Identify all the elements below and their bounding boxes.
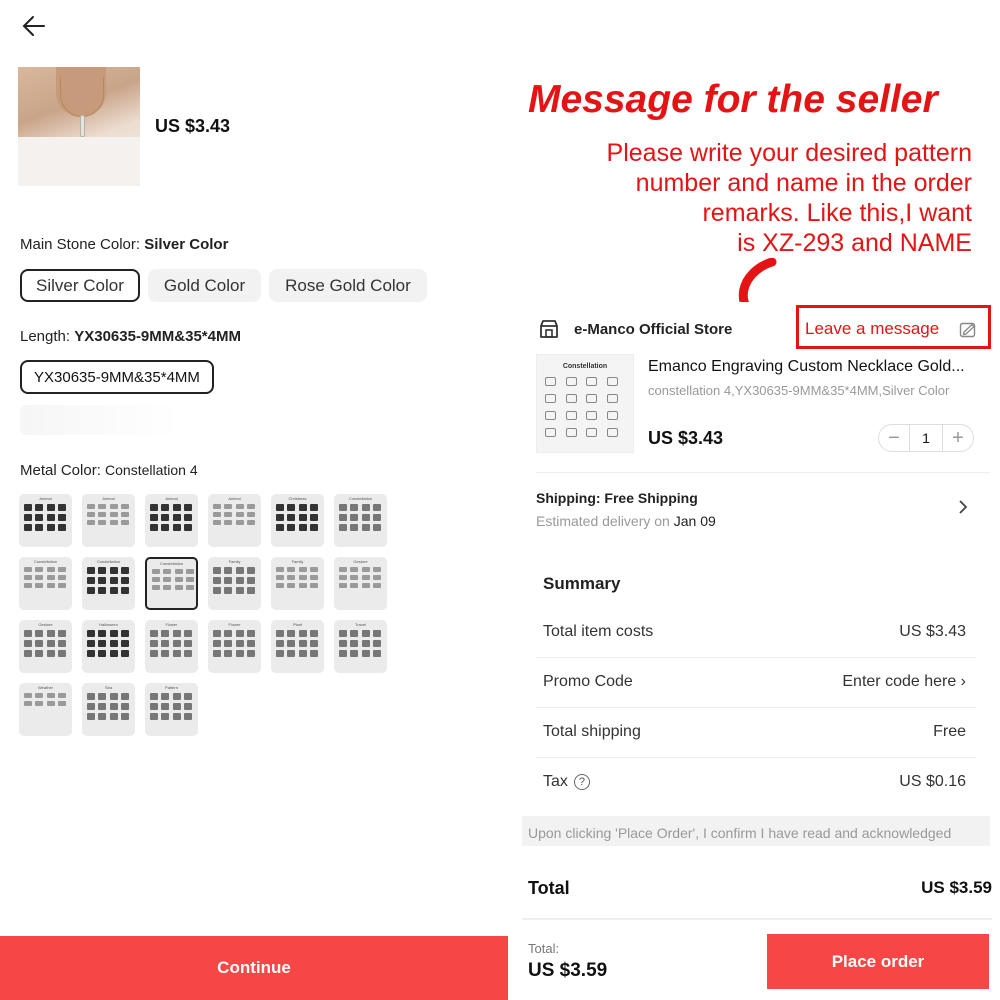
store-name[interactable]: e-Manco Official Store bbox=[574, 321, 732, 338]
pattern-option[interactable]: Sea bbox=[82, 683, 135, 736]
page: US $3.43 Main Stone Color: Silver Color … bbox=[0, 0, 1000, 1000]
pattern-option[interactable]: Family bbox=[271, 557, 324, 610]
total-row: Total US $3.59 bbox=[522, 864, 992, 914]
product-price: US $3.43 bbox=[648, 428, 724, 448]
pattern-option[interactable]: Pattern bbox=[145, 683, 198, 736]
promo-code-input[interactable]: Enter code here › bbox=[842, 673, 966, 691]
pattern-option[interactable]: Animal bbox=[145, 494, 198, 547]
message-headline: Message for the seller bbox=[528, 78, 938, 121]
back-arrow-icon[interactable] bbox=[20, 12, 48, 40]
summary-card: Summary Total item costs US $3.43 Promo … bbox=[522, 557, 990, 805]
pattern-option[interactable]: Gesture bbox=[19, 620, 72, 673]
pattern-option[interactable]: Flower bbox=[208, 620, 261, 673]
leave-message-button[interactable]: Leave a message bbox=[796, 305, 991, 349]
total-label: Total bbox=[528, 878, 570, 898]
summary-row-shipping: Total shipping Free bbox=[536, 708, 976, 758]
product-options-panel: US $3.43 Main Stone Color: Silver Color … bbox=[0, 0, 510, 1000]
metal-color-label: Metal Color: Constellation 4 bbox=[20, 462, 198, 479]
question-circle-icon[interactable]: ? bbox=[573, 774, 590, 790]
product-image[interactable]: Constellation bbox=[536, 354, 634, 453]
total-value: US $3.59 bbox=[921, 878, 992, 897]
pattern-option[interactable]: Travel bbox=[334, 620, 387, 673]
color-option-silver[interactable]: Silver Color bbox=[20, 269, 140, 302]
pattern-option[interactable]: Christmas bbox=[271, 494, 324, 547]
decrease-button[interactable]: − bbox=[879, 425, 909, 451]
pattern-option[interactable]: Gesture bbox=[334, 557, 387, 610]
pattern-option[interactable]: Animal bbox=[19, 494, 72, 547]
pattern-option[interactable]: Animal bbox=[82, 494, 135, 547]
place-order-button[interactable]: Place order bbox=[767, 934, 989, 989]
footer-total-value: US $3.59 bbox=[528, 960, 608, 981]
pattern-grid: Animal Animal Animal Animal Christmas Co… bbox=[19, 494, 395, 736]
length-value: YX30635-9MM&35*4MM bbox=[74, 328, 241, 345]
color-options: Silver Color Gold Color Rose Gold Color bbox=[20, 269, 427, 302]
length-option[interactable]: YX30635-9MM&35*4MM bbox=[20, 360, 214, 394]
pattern-option[interactable]: Flower bbox=[145, 620, 198, 673]
increase-button[interactable]: + bbox=[943, 425, 973, 451]
chevron-right-icon[interactable] bbox=[958, 500, 968, 514]
store-icon bbox=[540, 320, 558, 338]
pattern-option[interactable]: Family bbox=[208, 557, 261, 610]
pattern-option[interactable]: Constellation bbox=[19, 557, 72, 610]
edit-icon bbox=[959, 322, 976, 338]
thumbnail-price: US $3.43 bbox=[155, 116, 231, 136]
quantity-stepper: − 1 + bbox=[878, 424, 974, 452]
product-variant: constellation 4,YX30635-9MM&35*4MM,Silve… bbox=[648, 383, 950, 398]
pattern-option[interactable]: Weather bbox=[19, 683, 72, 736]
continue-button[interactable]: Continue bbox=[0, 936, 508, 1000]
leave-message-label: Leave a message bbox=[805, 319, 940, 338]
summary-row-item-costs: Total item costs US $3.43 bbox=[536, 608, 976, 658]
divider bbox=[536, 472, 990, 473]
pattern-option-selected[interactable]: Constellation bbox=[145, 557, 198, 610]
disclaimer-text: Upon clicking 'Place Order', I confirm I… bbox=[528, 825, 952, 841]
shipping-title[interactable]: Shipping: Free Shipping bbox=[536, 490, 698, 506]
product-title[interactable]: Emanco Engraving Custom Necklace Gold... bbox=[648, 358, 998, 376]
pattern-option[interactable]: Constellation bbox=[82, 557, 135, 610]
pattern-option[interactable]: Plant bbox=[271, 620, 324, 673]
pattern-option[interactable]: Animal bbox=[208, 494, 261, 547]
summary-title: Summary bbox=[543, 574, 621, 593]
divider bbox=[522, 918, 992, 920]
blurred-area bbox=[20, 405, 180, 435]
color-option-gold[interactable]: Gold Color bbox=[147, 269, 262, 302]
metal-color-value: Constellation 4 bbox=[105, 462, 198, 478]
footer-total-label: Total: bbox=[528, 941, 560, 956]
product-thumbnail bbox=[18, 67, 140, 186]
message-instructions: Please write your desired pattern number… bbox=[606, 139, 972, 257]
delivery-estimate: Estimated delivery on Jan 09 bbox=[536, 513, 716, 529]
pattern-option[interactable]: Constellation bbox=[334, 494, 387, 547]
summary-row-promo-code[interactable]: Promo Code Enter code here › bbox=[536, 658, 976, 708]
main-stone-color-value: Silver Color bbox=[144, 236, 229, 253]
summary-row-tax: Tax? US $0.16 bbox=[543, 773, 966, 790]
length-label: Length: YX30635-9MM&35*4MM bbox=[20, 328, 241, 345]
main-stone-color-label: Main Stone Color: Silver Color bbox=[20, 236, 229, 253]
color-option-rose-gold[interactable]: Rose Gold Color bbox=[269, 269, 427, 302]
delivery-date: Jan 09 bbox=[673, 513, 716, 529]
order-item-card: e-Manco Official Store Leave a message C… bbox=[522, 302, 991, 546]
quantity-value[interactable]: 1 bbox=[909, 425, 943, 451]
pattern-option[interactable]: Halloween bbox=[82, 620, 135, 673]
